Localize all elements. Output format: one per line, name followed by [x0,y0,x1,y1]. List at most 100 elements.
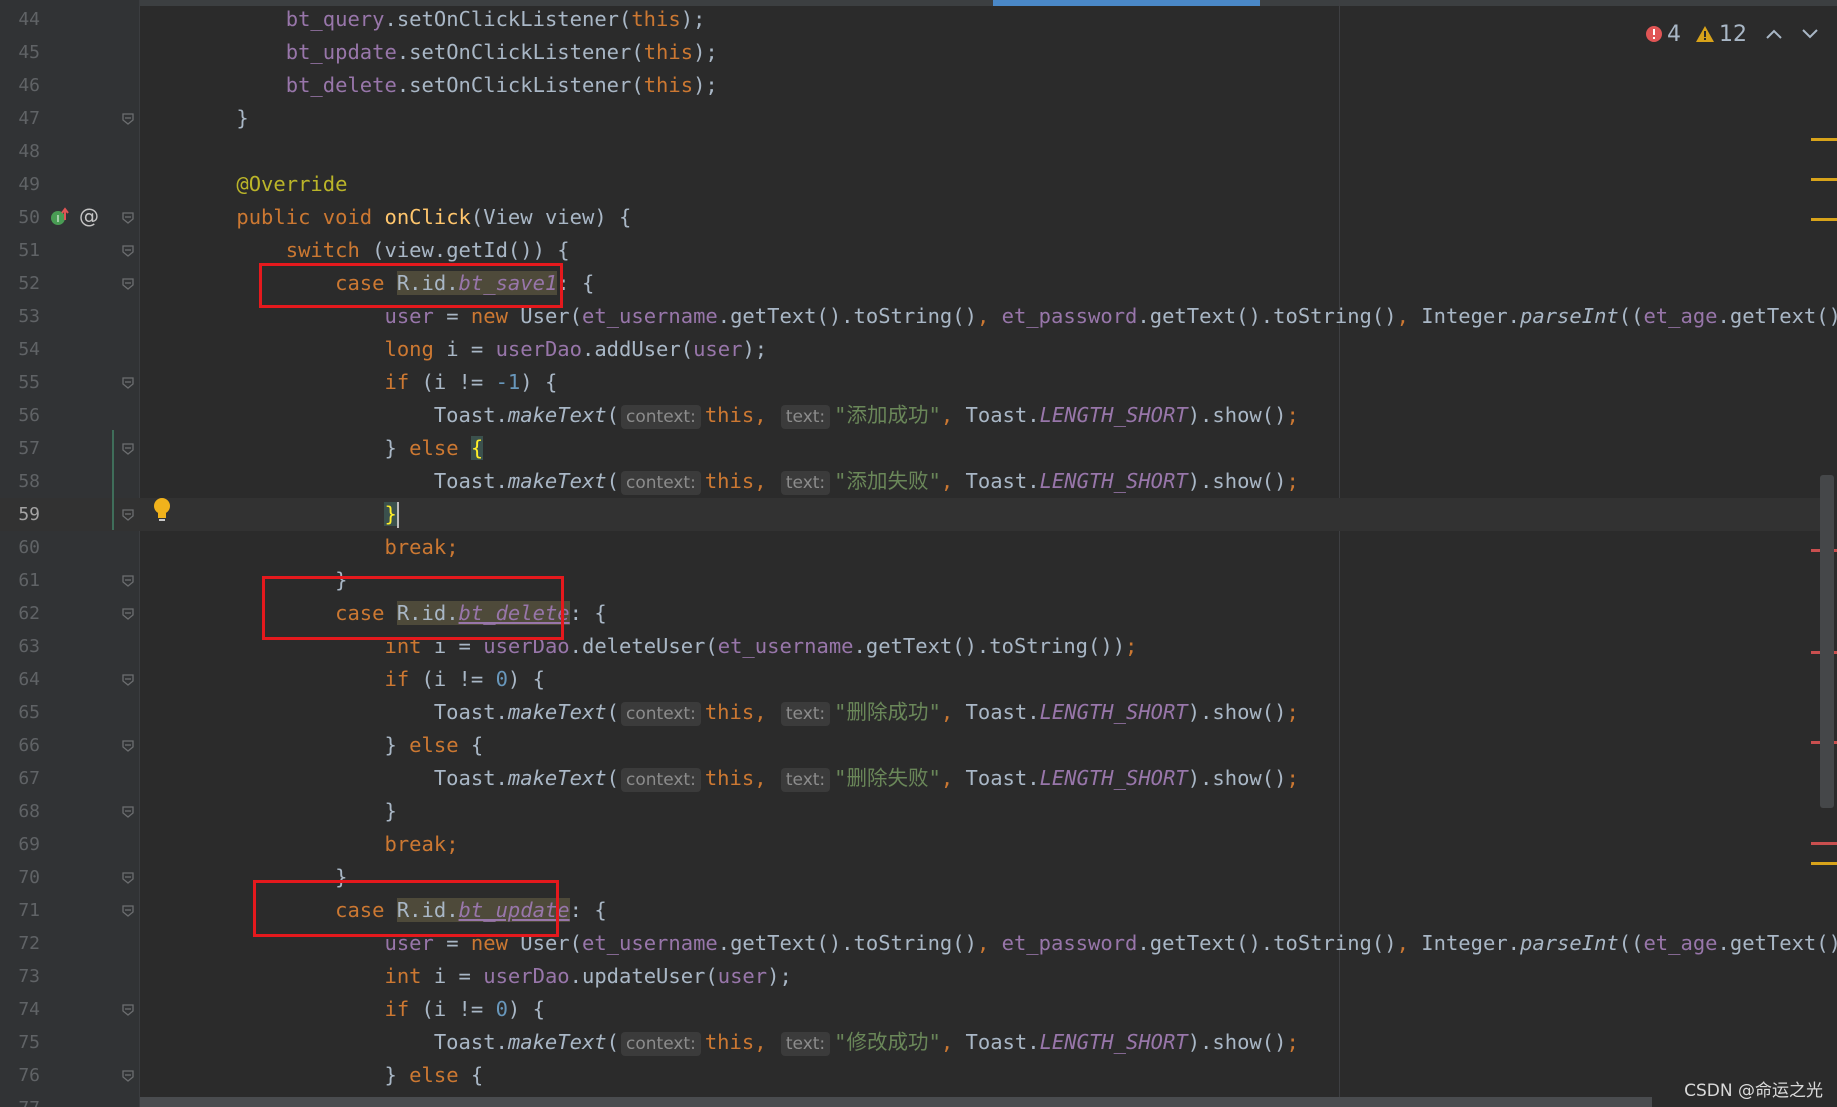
fold-marker-icon[interactable] [121,673,135,687]
code-line[interactable]: 44 bt_query.setOnClickListener(this); [0,3,1820,36]
code-text[interactable]: } else { [187,432,484,465]
code-text[interactable]: bt_delete.setOnClickListener(this); [187,69,718,102]
code-line[interactable]: 68 } [0,795,1820,828]
code-text[interactable]: } else { [187,729,483,762]
code-text[interactable]: Toast.makeText(context: this, text: "添加成功"… [187,399,1299,432]
next-problem-icon[interactable] [1801,22,1819,47]
code-line[interactable]: 66 } else { [0,729,1820,762]
line-number[interactable]: 67 [0,762,40,795]
code-line[interactable]: 46 bt_delete.setOnClickListener(this); [0,69,1820,102]
code-line[interactable]: 58 Toast.makeText(context: this, text: "添加… [0,465,1820,498]
line-number[interactable]: 75 [0,1026,40,1059]
code-text[interactable]: } [187,102,248,135]
line-number[interactable]: 58 [0,465,40,498]
line-number[interactable]: 60 [0,531,40,564]
warning-stripe[interactable] [1811,178,1837,181]
line-number[interactable]: 74 [0,993,40,1026]
line-number[interactable]: 68 [0,795,40,828]
code-text[interactable]: Toast.makeText(context: this, text: "修改成功"… [187,1026,1299,1059]
code-text[interactable]: public void onClick(View view) { [187,201,631,234]
line-number[interactable]: 62 [0,597,40,630]
code-line[interactable]: 67 Toast.makeText(context: this, text: "删除… [0,762,1820,795]
line-number[interactable]: 53 [0,300,40,333]
fold-marker-icon[interactable] [121,805,135,819]
code-line[interactable]: 64 if (i != 0) { [0,663,1820,696]
code-line[interactable]: 48 [0,135,1820,168]
code-line[interactable]: 76 } else { [0,1059,1820,1092]
error-count[interactable]: 4 [1645,22,1681,47]
code-line[interactable]: 55 if (i != -1) { [0,366,1820,399]
inspection-widget[interactable]: 4 12 [1645,20,1819,48]
fold-marker-icon[interactable] [121,574,135,588]
code-line[interactable]: 60 break; [0,531,1820,564]
code-text[interactable]: Toast.makeText(context: this, text: "添加失败"… [187,465,1299,498]
fold-marker-icon[interactable] [121,277,135,291]
line-number[interactable]: 69 [0,828,40,861]
code-line[interactable]: 56 Toast.makeText(context: this, text: "添加… [0,399,1820,432]
fold-marker-icon[interactable] [121,112,135,126]
code-text[interactable]: long i = userDao.addUser(user); [187,333,767,366]
code-line[interactable]: 49 @Override [0,168,1820,201]
code-line[interactable]: 69 break; [0,828,1820,861]
fold-marker-icon[interactable] [121,739,135,753]
annotation-at-icon[interactable]: @ [79,204,99,228]
fold-marker-icon[interactable] [121,442,135,456]
code-line[interactable]: 47 } [0,102,1820,135]
fold-marker-icon[interactable] [121,871,135,885]
line-number[interactable]: 66 [0,729,40,762]
code-text[interactable]: } else { [187,1059,483,1092]
line-number[interactable]: 57 [0,432,40,465]
line-number[interactable]: 46 [0,69,40,102]
code-text[interactable]: bt_query.setOnClickListener(this); [187,3,706,36]
code-text[interactable]: break; [187,828,458,861]
line-number[interactable]: 51 [0,234,40,267]
code-line[interactable]: 73 int i = userDao.updateUser(user); [0,960,1820,993]
code-line[interactable]: 50 public void onClick(View view) { [0,201,1820,234]
code-line[interactable]: 65 Toast.makeText(context: this, text: "删除… [0,696,1820,729]
fold-marker-icon[interactable] [121,211,135,225]
override-method-icon[interactable]: I [50,206,72,232]
horizontal-scrollbar-thumb[interactable] [140,1097,1652,1107]
fold-marker-icon[interactable] [121,904,135,918]
vcs-change-marker[interactable] [112,430,114,530]
code-line[interactable]: 45 bt_update.setOnClickListener(this); [0,36,1820,69]
code-text[interactable]: } [187,795,396,828]
code-editor[interactable]: 44 bt_query.setOnClickListener(this); 45 … [0,0,1837,1107]
warning-stripe[interactable] [1811,138,1837,141]
line-number[interactable]: 73 [0,960,40,993]
fold-marker-icon[interactable] [121,1069,135,1083]
code-text[interactable]: } [187,498,399,531]
fold-marker-icon[interactable] [121,607,135,621]
code-line[interactable]: 75 Toast.makeText(context: this, text: "修改… [0,1026,1820,1059]
line-number[interactable]: 63 [0,630,40,663]
line-number[interactable]: 47 [0,102,40,135]
code-text[interactable]: bt_update.setOnClickListener(this); [187,36,718,69]
line-number[interactable]: 70 [0,861,40,894]
warning-stripe[interactable] [1811,218,1837,221]
previous-problem-icon[interactable] [1765,22,1783,47]
code-text[interactable]: int i = userDao.updateUser(user); [187,960,791,993]
code-line[interactable]: 57 } else { [0,432,1820,465]
code-text[interactable]: if (i != -1) { [187,366,557,399]
line-number[interactable]: 65 [0,696,40,729]
line-number[interactable]: 44 [0,3,40,36]
line-number[interactable]: 45 [0,36,40,69]
code-text[interactable]: @Override [187,168,347,201]
code-text[interactable]: Toast.makeText(context: this, text: "删除成功"… [187,696,1299,729]
code-text[interactable]: break; [187,531,458,564]
line-number[interactable]: 64 [0,663,40,696]
fold-marker-icon[interactable] [121,376,135,390]
code-text[interactable]: if (i != 0) { [187,663,544,696]
fold-marker-icon[interactable] [121,244,135,258]
line-number[interactable]: 56 [0,399,40,432]
line-number[interactable]: 61 [0,564,40,597]
line-number[interactable]: 52 [0,267,40,300]
line-number[interactable]: 72 [0,927,40,960]
code-line[interactable]: 59 } [0,498,1820,531]
line-number[interactable]: 71 [0,894,40,927]
line-number[interactable]: 50 [0,201,40,234]
line-number[interactable]: 48 [0,135,40,168]
warning-count[interactable]: 12 [1695,22,1747,47]
line-number[interactable]: 49 [0,168,40,201]
lightbulb-icon[interactable] [152,497,172,527]
